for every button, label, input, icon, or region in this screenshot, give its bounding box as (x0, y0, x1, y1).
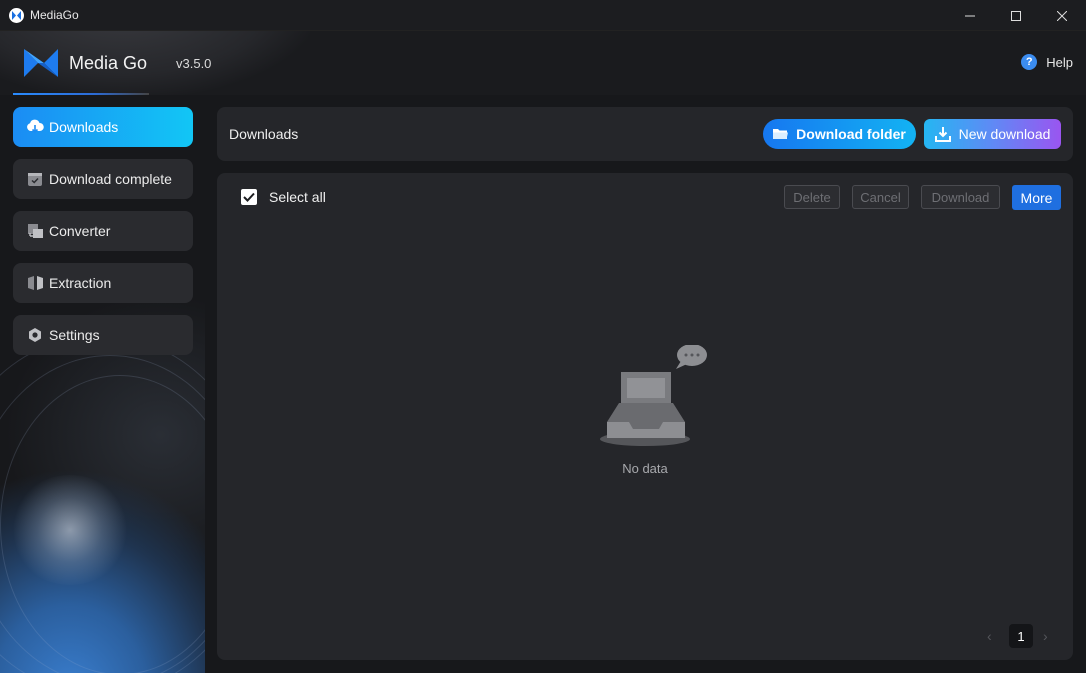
sidebar-item-label: Downloads (49, 119, 119, 135)
new-download-button[interactable]: New download (924, 119, 1061, 149)
chevron-left-icon[interactable]: ‹ (987, 628, 992, 644)
sidebar-item-extraction[interactable]: Extraction (13, 263, 193, 303)
select-all-label: Select all (269, 189, 326, 205)
downloads-list-panel: Select all Delete Cancel Download More N… (217, 173, 1073, 660)
cancel-button[interactable]: Cancel (852, 185, 909, 209)
window-title: MediaGo (30, 8, 79, 22)
close-button[interactable] (1039, 0, 1085, 31)
sidebar-item-download-complete[interactable]: Download complete (13, 159, 193, 199)
page-number-button[interactable]: 1 (1009, 624, 1033, 648)
download-folder-button[interactable]: Download folder (763, 119, 916, 149)
new-download-label: New download (958, 126, 1051, 142)
help-button[interactable]: ? Help (1021, 54, 1073, 70)
globe-highlight (10, 475, 130, 585)
download-folder-label: Download folder (796, 126, 906, 142)
sidebar-item-settings[interactable]: Settings (13, 315, 193, 355)
sidebar-item-label: Converter (49, 223, 111, 239)
empty-inbox-icon (600, 345, 707, 446)
brand-name: Media Go (69, 53, 148, 73)
select-all-checkbox[interactable]: Select all (241, 189, 326, 205)
media-go-logo-icon (24, 49, 58, 77)
folder-icon (773, 128, 789, 140)
downloads-toolbar: Downloads Download folder New download (217, 107, 1073, 161)
checkbox-checked-icon[interactable] (241, 189, 257, 205)
maximize-button[interactable] (993, 0, 1039, 31)
check-box-icon (26, 170, 44, 188)
app-header: Media Go v3.5.0 ? Help (0, 31, 1086, 95)
sidebar-item-downloads[interactable]: Downloads (13, 107, 193, 147)
sidebar-item-label: Settings (49, 327, 100, 343)
minimize-button[interactable] (947, 0, 993, 31)
download-button[interactable]: Download (921, 185, 1000, 209)
sidebar: Downloads Download complete Converter Ex… (0, 95, 205, 673)
sidebar-item-label: Extraction (49, 275, 112, 291)
help-label: Help (1046, 54, 1073, 70)
chevron-right-icon[interactable]: › (1043, 628, 1048, 644)
delete-button[interactable]: Delete (784, 185, 840, 209)
more-button[interactable]: More (1012, 185, 1061, 210)
help-icon: ? (1021, 54, 1038, 70)
converter-icon (26, 222, 44, 240)
version-label: v3.5.0 (176, 56, 212, 71)
cloud-download-icon (26, 118, 44, 136)
download-icon (934, 126, 951, 142)
sidebar-item-label: Download complete (49, 171, 172, 187)
page-title: Downloads (229, 126, 299, 142)
extraction-icon (26, 274, 44, 292)
sidebar-item-converter[interactable]: Converter (13, 211, 193, 251)
empty-state-text: No data (622, 461, 668, 476)
app-icon (9, 7, 24, 23)
gear-icon (26, 326, 44, 344)
title-bar: MediaGo (0, 0, 1086, 31)
